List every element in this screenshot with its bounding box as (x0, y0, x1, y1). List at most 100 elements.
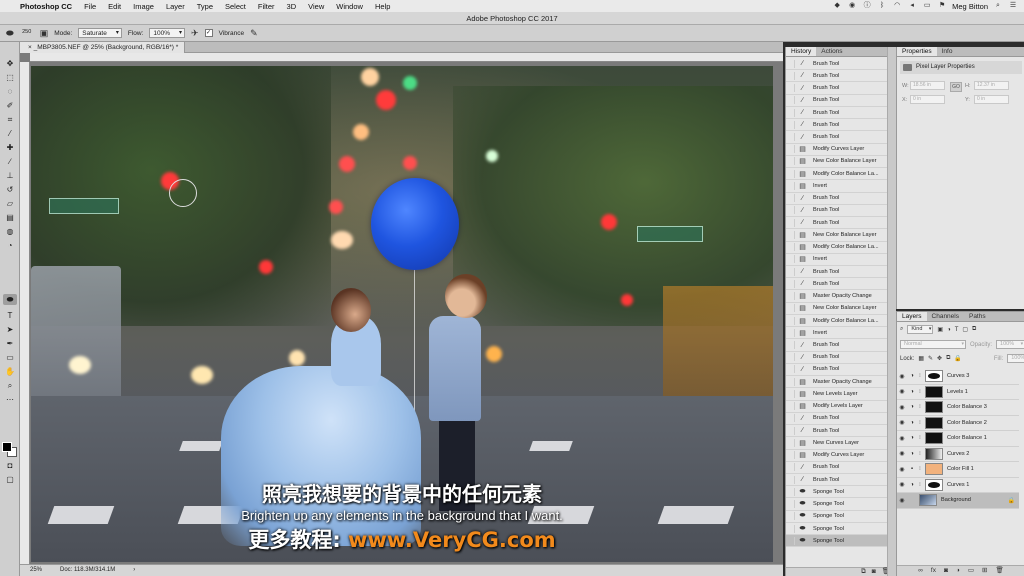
history-item[interactable]: ∕ Brush Tool (786, 462, 889, 474)
airbrush-icon[interactable]: ✈ (191, 28, 199, 39)
mask-link-icon[interactable]: ⁞ (917, 373, 923, 379)
mask-link-icon[interactable]: ⁞ (917, 404, 923, 410)
layer-thumbnail[interactable] (925, 432, 943, 445)
history-brush-source[interactable] (786, 108, 795, 117)
menu-image[interactable]: Image (127, 2, 160, 11)
filter-shape-icon[interactable]: ▢ (962, 326, 968, 333)
link-dimensions-icon[interactable]: GO (950, 82, 962, 92)
link-layers-icon[interactable]: ∞ (918, 566, 923, 576)
visibility-eye-icon[interactable]: ◉ (897, 466, 907, 473)
dropbox-icon[interactable]: ◆ (832, 2, 842, 10)
adjustment-layer-icon[interactable]: ◑ (907, 451, 917, 457)
history-item[interactable]: ∕ Brush Tool (786, 266, 889, 279)
history-brush-source[interactable] (786, 133, 795, 142)
history-item[interactable]: ∕ Brush Tool (786, 352, 889, 364)
mask-link-icon[interactable]: ⁞ (917, 451, 923, 457)
history-item[interactable]: ∕ Brush Tool (786, 425, 889, 438)
history-item[interactable]: ▤ New Levels Layer (786, 388, 889, 401)
tab-properties[interactable]: Properties (897, 47, 937, 56)
layer-row[interactable]: ◉ Background 🔒 (897, 493, 1019, 509)
quick-select-tool-icon[interactable]: ✐ (3, 100, 17, 111)
history-item[interactable]: ∕ Brush Tool (786, 474, 889, 487)
history-item[interactable]: ∕ Brush Tool (786, 82, 889, 95)
menu-app-name[interactable]: Photoshop CC (14, 2, 78, 11)
adjustment-layer-icon[interactable]: ◑ (907, 482, 917, 488)
lasso-tool-icon[interactable]: ◌ (3, 86, 17, 97)
mask-link-icon[interactable]: ⁞ (917, 389, 923, 395)
menu-type[interactable]: Type (191, 2, 219, 11)
history-brush-source[interactable] (786, 389, 795, 398)
layer-name[interactable]: Curves 1 (947, 482, 969, 488)
search-icon[interactable]: ⌕ (993, 2, 1003, 10)
new-layer-icon[interactable]: ⊞ (982, 566, 987, 576)
history-brush-source[interactable] (786, 96, 795, 105)
history-item[interactable]: ▤ Modify Color Balance La... (786, 315, 889, 328)
history-brush-source[interactable] (786, 536, 795, 545)
zoom-tool-icon[interactable]: ⌕ (3, 380, 17, 391)
layer-name[interactable]: Background (941, 497, 971, 503)
visibility-eye-icon[interactable]: ◉ (897, 481, 907, 488)
history-brush-source[interactable] (786, 120, 795, 129)
mask-link-icon[interactable]: ⁞ (917, 482, 923, 488)
layer-lock-icon[interactable]: 🔒 (1008, 497, 1015, 504)
filter-adjustment-icon[interactable]: ◑ (947, 327, 951, 333)
history-brush-source[interactable] (786, 169, 795, 178)
tab-actions[interactable]: Actions (816, 47, 847, 56)
history-item[interactable]: ⬬ Sponge Tool (786, 498, 889, 511)
sponge-tool-icon[interactable]: ⬬ (3, 294, 17, 305)
visibility-eye-icon[interactable]: ◉ (897, 435, 907, 442)
layer-row[interactable]: ◉ ◑ ⁞ Levels 1 (897, 385, 1019, 400)
history-brush-source[interactable] (786, 426, 795, 435)
layer-row[interactable]: ◉ ◑ ⁞ Curves 2 (897, 447, 1019, 462)
mode-select[interactable]: Saturate (78, 28, 122, 38)
layer-filter-select[interactable]: Kind (907, 325, 934, 334)
menu-window[interactable]: Window (330, 2, 369, 11)
history-brush-source[interactable] (786, 59, 795, 68)
history-brush-source[interactable] (786, 230, 795, 239)
visibility-eye-icon[interactable]: ◉ (897, 404, 907, 411)
bluetooth-icon[interactable]: ᛒ (877, 2, 887, 10)
delete-layer-icon[interactable]: 🗑 (995, 566, 1003, 576)
layer-row[interactable]: ◉ ▪ ⁞ Color Fill 1 (897, 462, 1019, 478)
dodge-tool-icon[interactable]: ◔ (3, 240, 17, 251)
history-item[interactable]: ▤ New Color Balance Layer (786, 156, 889, 169)
brush-size[interactable]: 250 (20, 30, 34, 36)
layer-name[interactable]: Color Balance 1 (947, 435, 987, 441)
layer-name[interactable]: Color Balance 2 (947, 420, 987, 426)
menu-select[interactable]: Select (219, 2, 252, 11)
mask-link-icon[interactable]: ⁞ (917, 420, 923, 426)
layer-row[interactable]: ◉ ◑ ⁞ Color Balance 2 (897, 416, 1019, 431)
history-brush-source[interactable] (786, 402, 795, 411)
history-brush-source[interactable] (786, 377, 795, 386)
crop-tool-icon[interactable]: ⌗ (3, 114, 17, 125)
layer-thumbnail[interactable] (925, 385, 943, 398)
history-item[interactable]: ▤ Modify Color Balance La... (786, 168, 889, 181)
history-item[interactable]: ⬬ Sponge Tool (786, 535, 889, 548)
history-brush-source[interactable] (786, 353, 795, 362)
adjustment-layer-icon[interactable]: ◑ (907, 435, 917, 441)
stamp-tool-icon[interactable]: ⊥ (3, 170, 17, 181)
menubar-user[interactable]: Meg Bitton (952, 2, 988, 11)
history-brush-source[interactable] (786, 414, 795, 423)
layer-row[interactable]: ◉ ◑ ⁞ Color Balance 1 (897, 431, 1019, 447)
tab-info[interactable]: Info (937, 47, 958, 56)
history-brush-source[interactable] (786, 316, 795, 325)
layer-thumbnail[interactable] (919, 494, 937, 507)
type-tool-icon[interactable]: T (3, 310, 17, 321)
layer-name[interactable]: Color Balance 3 (947, 404, 987, 410)
history-item[interactable]: ▤ Invert (786, 180, 889, 193)
notification-icon[interactable]: ☰ (1008, 2, 1018, 10)
history-item[interactable]: ▤ Invert (786, 327, 889, 340)
history-item[interactable]: ∕ Brush Tool (786, 131, 889, 144)
filter-smart-icon[interactable]: ⧉ (972, 326, 976, 333)
new-snapshot-icon[interactable]: ◙ (872, 568, 876, 576)
history-item[interactable]: ∕ Brush Tool (786, 205, 889, 218)
lock-all-icon[interactable]: 🔒 (954, 355, 961, 362)
brush-panel-icon[interactable]: ▣ (40, 28, 49, 39)
battery-icon[interactable]: ▭ (922, 2, 932, 10)
history-brush-source[interactable] (786, 328, 795, 337)
history-item[interactable]: ∕ Brush Tool (786, 107, 889, 120)
adjustment-layer-icon[interactable]: ▪ (907, 466, 917, 472)
w-field[interactable]: 18.56 in (910, 81, 945, 90)
info-icon[interactable]: ⓘ (862, 2, 872, 10)
